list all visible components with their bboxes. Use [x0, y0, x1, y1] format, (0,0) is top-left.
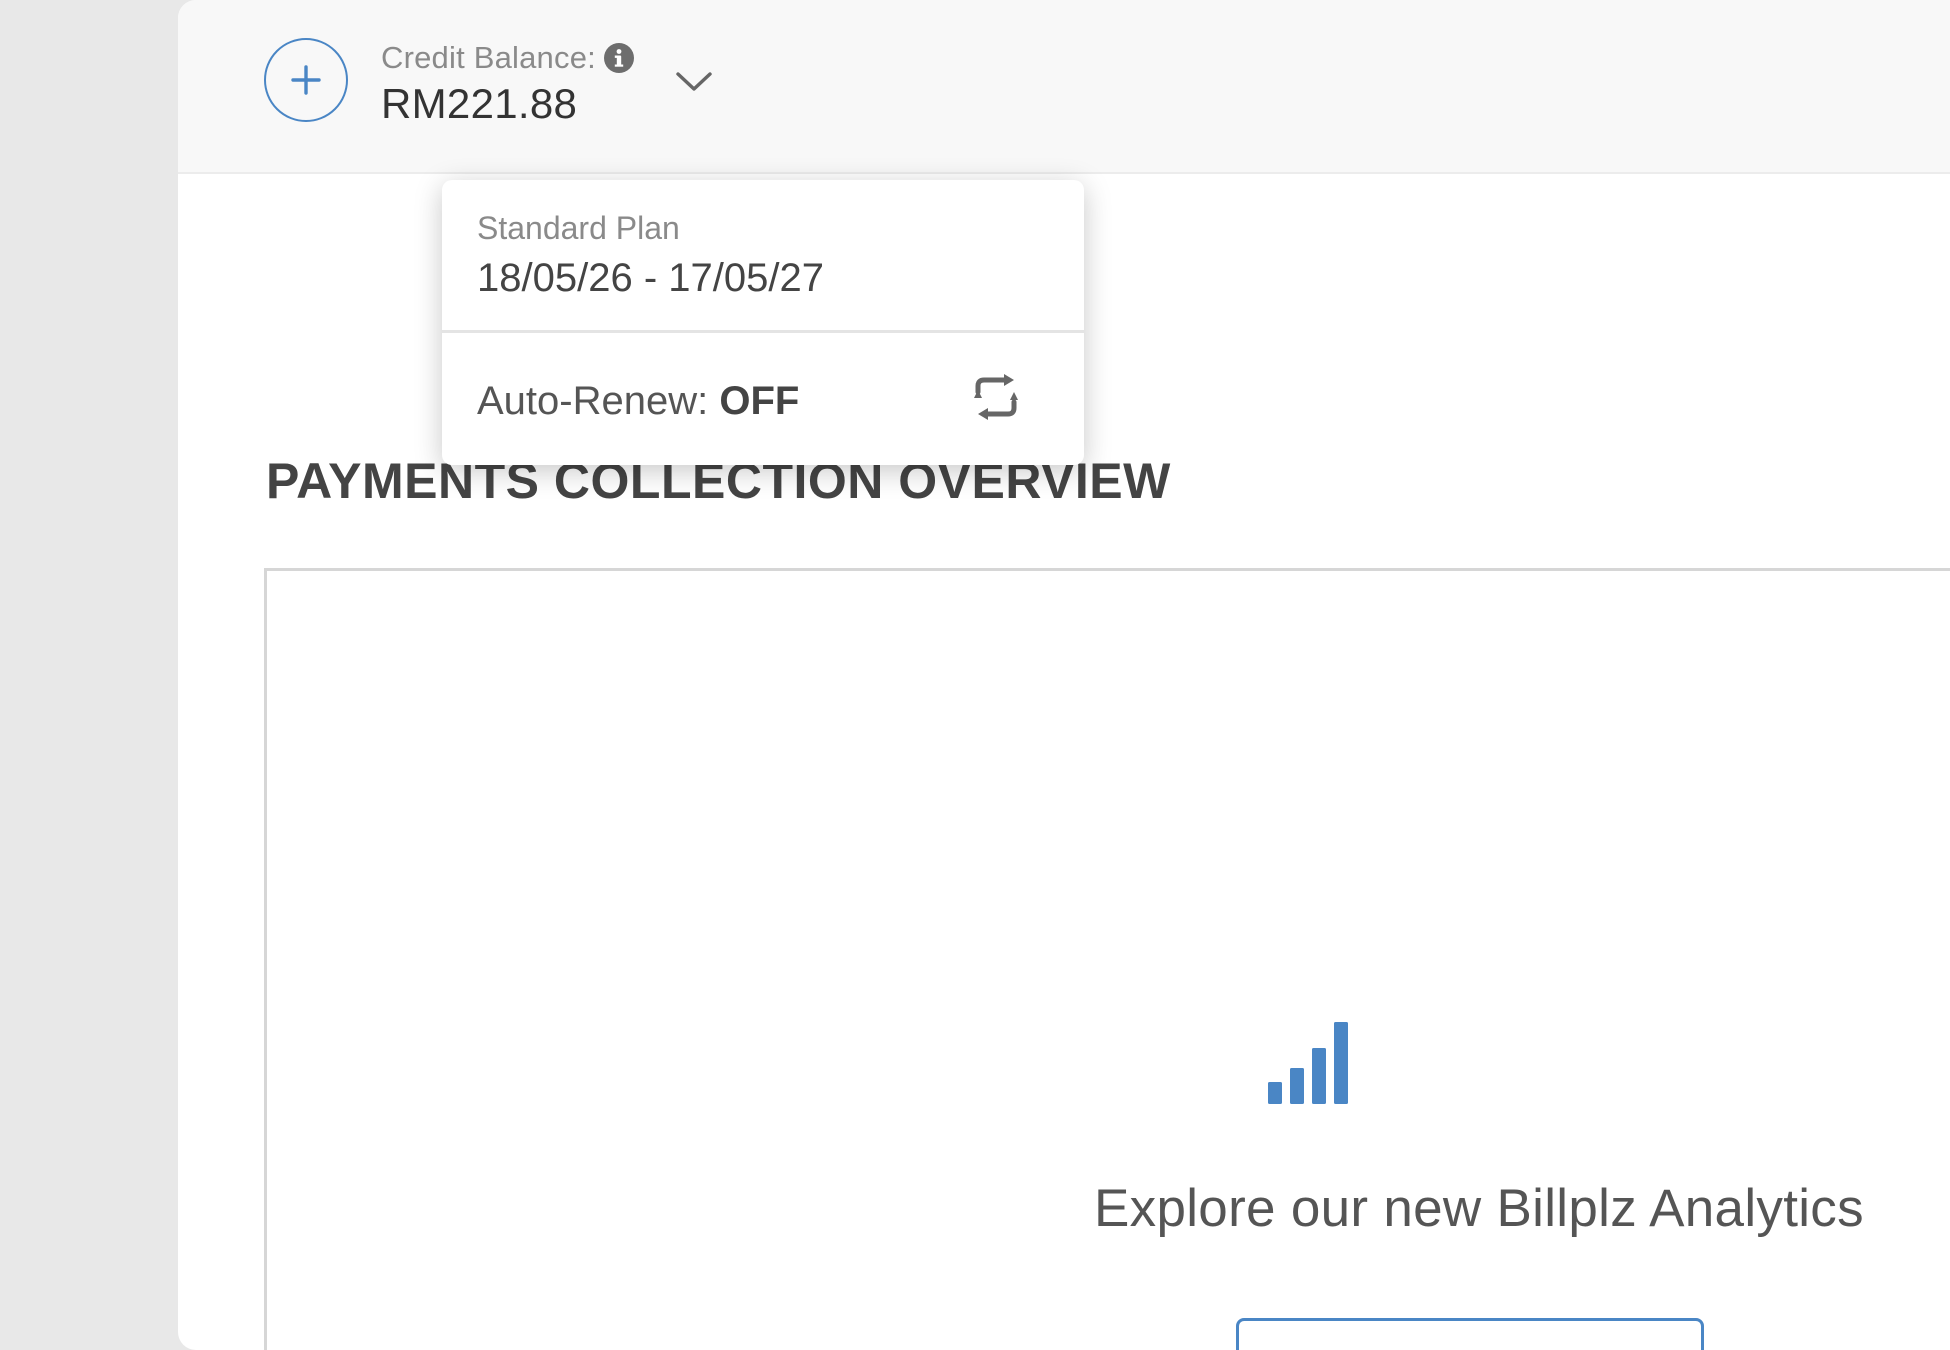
- plan-info: Standard Plan 18/05/26 - 17/05/27: [442, 180, 1084, 333]
- auto-renew-label: Auto-Renew:: [477, 379, 709, 423]
- info-icon[interactable]: [603, 43, 634, 73]
- analytics-promo-text: Explore our new Billplz Analytics: [1094, 1179, 1864, 1238]
- topbar: Credit Balance: RM221.88: [178, 0, 1950, 174]
- app-card: Credit Balance: RM221.88 PAYMENTS COLLEC…: [178, 0, 1950, 1350]
- balance-value: RM221.88: [381, 80, 578, 127]
- plan-period: 18/05/26 - 17/05/27: [477, 256, 824, 300]
- balance-dropdown-toggle[interactable]: [668, 60, 720, 104]
- plan-name: Standard Plan: [477, 210, 680, 246]
- explore-analytics-button[interactable]: [1236, 1318, 1704, 1350]
- auto-renew-value: OFF: [719, 379, 800, 423]
- plan-dropdown: Standard Plan 18/05/26 - 17/05/27 Auto-R…: [442, 180, 1084, 465]
- plus-icon: [291, 65, 321, 95]
- balance-label-row: Credit Balance:: [381, 40, 634, 76]
- topup-button[interactable]: [264, 38, 348, 122]
- auto-renew-status: Auto-Renew: OFF: [477, 379, 799, 424]
- refresh-icon[interactable]: [966, 367, 1026, 427]
- auto-renew-row: Auto-Renew: OFF: [442, 333, 1084, 465]
- bar-chart-icon: [1268, 1016, 1354, 1111]
- chevron-down-icon: [676, 72, 712, 91]
- balance-label: Credit Balance:: [381, 40, 596, 75]
